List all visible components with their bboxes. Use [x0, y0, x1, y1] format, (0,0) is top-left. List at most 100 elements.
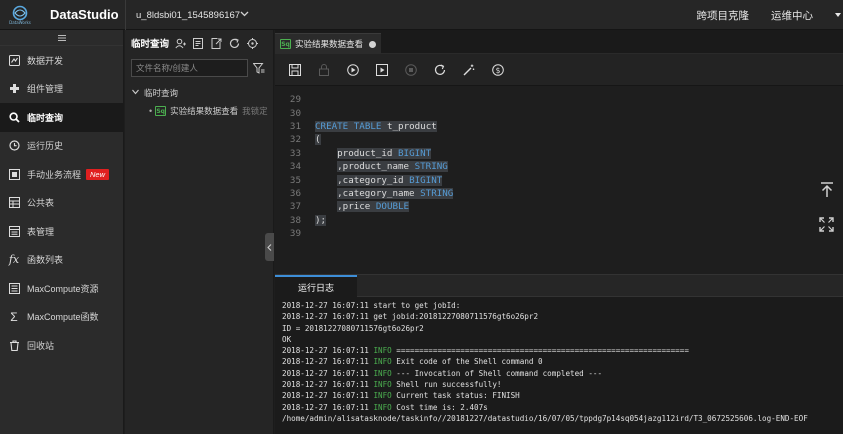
trash-icon: [8, 339, 20, 351]
log-line: 2018-12-27 16:07:11 INFO --- Invocation …: [282, 368, 603, 378]
tree-folder-ad-hoc-query[interactable]: 临时查询: [125, 84, 273, 102]
code-line[interactable]: 33 product_id BIGINT: [275, 147, 432, 160]
stop-button[interactable]: [404, 63, 418, 77]
import-icon[interactable]: [210, 37, 222, 49]
line-number: 38: [289, 214, 301, 226]
editor-area: Sq 实验结果数据查看 $ 29 30 31 CREATE TABLE t_pr…: [275, 30, 843, 434]
code-text: );: [315, 214, 327, 226]
sidebar-item-label: 表管理: [27, 226, 55, 237]
project-selector[interactable]: u_8ldsbi01_1545896167: [125, 0, 255, 30]
sidebar-item-manual-workflow[interactable]: 手动业务流程 New: [0, 160, 123, 189]
code-text: ,price DOUBLE: [337, 201, 410, 213]
code-text: ,category_id BIGINT: [337, 174, 443, 186]
chevron-down-icon: [240, 9, 249, 21]
code-text: product_id BIGINT: [337, 147, 432, 159]
tree-file-experiment-query[interactable]: • Sq 实验结果数据查看 我锁定: [125, 102, 273, 120]
search-input[interactable]: [131, 59, 248, 77]
sidebar-item-components[interactable]: 组件管理: [0, 75, 123, 104]
tab-run-log[interactable]: 运行日志: [275, 275, 357, 297]
run-button[interactable]: [346, 63, 360, 77]
run-log-panel: 运行日志 2018-12-27 16:07:11 start to get jo…: [275, 274, 843, 434]
sidebar-item-label: 数据开发: [27, 55, 64, 66]
sidebar-item-label: 函数列表: [27, 255, 64, 266]
run-with-params-button[interactable]: [375, 63, 389, 77]
sidebar-item-label: 手动业务流程: [27, 169, 82, 180]
unsaved-indicator[interactable]: [369, 40, 377, 48]
line-number: 30: [289, 107, 301, 119]
function-icon: fx: [8, 253, 20, 267]
sidebar-item-recycle-bin[interactable]: 回收站: [0, 331, 123, 360]
panel-collapse-toggle[interactable]: [265, 233, 274, 261]
code-line[interactable]: 37 ,price DOUBLE: [275, 200, 410, 213]
reload-button[interactable]: [433, 63, 447, 77]
scroll-to-top-icon[interactable]: [820, 182, 834, 203]
editor-toolbar: $: [275, 54, 843, 86]
sql-file-icon: Sq: [155, 106, 167, 116]
component-icon: [8, 83, 20, 95]
reload-icon: [434, 64, 446, 75]
clock-icon: [8, 140, 20, 152]
file-label: 实验结果数据查看: [170, 106, 239, 116]
code-line[interactable]: 34 ,product_name STRING: [275, 160, 448, 173]
dataworks-logo[interactable]: DataWorks: [0, 0, 40, 30]
format-button[interactable]: [462, 63, 476, 77]
line-number: 35: [289, 174, 301, 186]
sidebar-item-data-development[interactable]: 数据开发: [0, 46, 123, 75]
locate-icon[interactable]: [246, 37, 258, 49]
code-line[interactable]: 29: [275, 93, 315, 106]
cost-estimate-button[interactable]: $: [491, 63, 505, 77]
log-level: INFO: [373, 357, 392, 367]
log-level: INFO: [373, 368, 392, 378]
code-text: ,product_name STRING: [337, 161, 448, 173]
user-filter-icon[interactable]: [174, 37, 186, 49]
more-caret-icon[interactable]: [835, 10, 841, 20]
sidebar-item-maxcompute-functions[interactable]: Σ MaxCompute函数: [0, 303, 123, 332]
sidebar-item-table-management[interactable]: 表管理: [0, 217, 123, 246]
code-line[interactable]: 35 ,category_id BIGINT: [275, 173, 443, 186]
chevron-left-icon: [267, 243, 272, 251]
log-line: 2018-12-27 16:07:11 INFO Shell run succe…: [282, 380, 502, 390]
code-line[interactable]: 36 ,category_name STRING: [275, 187, 454, 200]
code-editor[interactable]: 29 30 31 CREATE TABLE t_product 32 (33 produc…: [275, 86, 843, 304]
refresh-icon[interactable]: [228, 37, 240, 49]
sidebar-item-label: 组件管理: [27, 84, 64, 95]
ops-center-link[interactable]: 运维中心: [771, 8, 813, 23]
table-manage-icon: [8, 225, 20, 237]
code-line[interactable]: 32 (: [275, 133, 321, 146]
line-number: 29: [289, 94, 301, 106]
line-number: 32: [289, 134, 301, 146]
code-text: (: [315, 134, 321, 146]
sql-file-icon: Sq: [280, 39, 291, 49]
data-dev-icon: [8, 54, 20, 66]
sidebar-item-ad-hoc-query[interactable]: 临时查询: [0, 103, 123, 132]
table-icon: [8, 197, 20, 209]
fullscreen-icon[interactable]: [819, 217, 834, 237]
play-icon: [347, 63, 359, 76]
log-level: INFO: [373, 402, 392, 412]
line-number: 33: [289, 147, 301, 159]
sidebar-item-label: MaxCompute函数: [27, 312, 99, 323]
tab-experiment-query[interactable]: Sq 实验结果数据查看: [275, 33, 381, 54]
sidebar-item-function-list[interactable]: fx 函数列表: [0, 246, 123, 275]
code-line[interactable]: 39: [275, 227, 315, 240]
sidebar-item-run-history[interactable]: 运行历史: [0, 132, 123, 161]
code-line[interactable]: 31 CREATE TABLE t_product: [275, 120, 437, 133]
steal-lock-button[interactable]: [317, 63, 331, 77]
sidebar-item-public-tables[interactable]: 公共表: [0, 189, 123, 218]
line-number: 31: [289, 120, 301, 132]
log-line: 2018-12-27 16:07:11 INFO Exit code of th…: [282, 357, 543, 367]
code-text: CREATE TABLE t_product: [315, 120, 437, 132]
cross-project-clone-link[interactable]: 跨项目克隆: [697, 8, 750, 23]
filter-icon[interactable]: [253, 62, 265, 74]
menu-icon: [57, 34, 66, 41]
log-line: 2018-12-27 16:07:11 get jobid:2018122708…: [282, 312, 539, 322]
code-line[interactable]: 38);: [275, 214, 327, 227]
new-query-icon[interactable]: [192, 37, 204, 49]
code-line[interactable]: 30: [275, 106, 315, 119]
sidebar-collapse-button[interactable]: [0, 30, 123, 46]
line-number: 39: [289, 228, 301, 240]
log-line: 2018-12-27 16:07:11 INFO Current task st…: [282, 391, 520, 401]
log-level: INFO: [373, 380, 392, 390]
sidebar-item-maxcompute-resources[interactable]: MaxCompute资源: [0, 274, 123, 303]
save-button[interactable]: [288, 63, 302, 77]
